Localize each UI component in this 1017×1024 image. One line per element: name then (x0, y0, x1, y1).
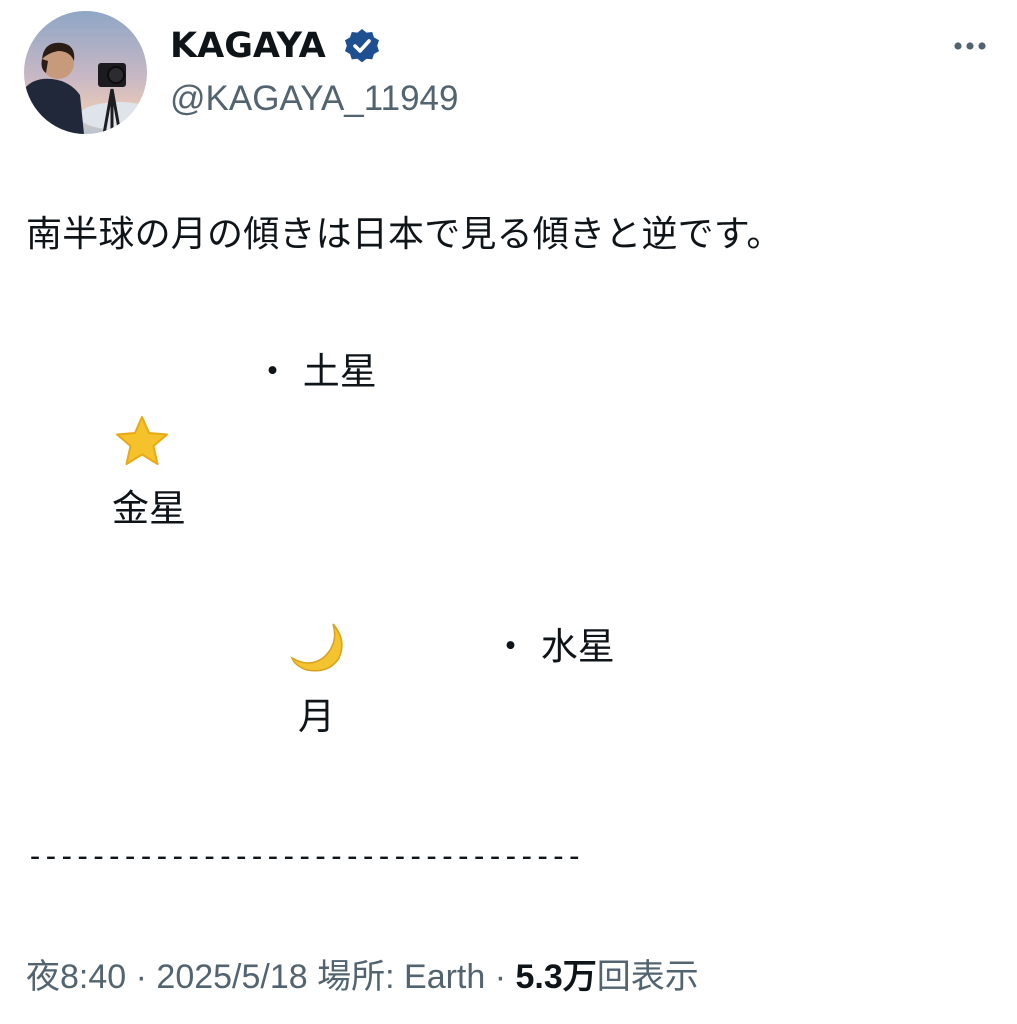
tweet-location[interactable]: 場所: Earth (308, 958, 485, 996)
views-count: 5.3万 (515, 958, 597, 996)
meta-separator: · (485, 958, 516, 996)
star-icon (112, 414, 172, 468)
tweet-date[interactable]: 2025/5/18 (156, 958, 307, 996)
venus-label: 金星 (112, 487, 186, 530)
tweet-text: 南半球の月の傾きは日本で見る傾きと逆です。 ・ 土星 金星 ・ 水星 月 ---… (0, 0, 1017, 900)
tweet-time[interactable]: 夜8:40 (26, 958, 126, 996)
tweet-meta: 夜8:40 · 2025/5/18 場所: Earth · 5.3万回表示 (26, 954, 699, 1000)
saturn-label: ・ 土星 (254, 350, 377, 393)
meta-separator: · (126, 958, 157, 996)
dash-divider: ----------------------------------- (26, 839, 583, 874)
tweet-line-intro: 南半球の月の傾きは日本で見る傾きと逆です。 (26, 214, 783, 255)
moon-label: 月 (298, 695, 335, 738)
mercury-label: ・ 水星 (492, 625, 615, 668)
crescent-moon-icon (289, 618, 349, 676)
views-label: 回表示 (596, 958, 699, 996)
